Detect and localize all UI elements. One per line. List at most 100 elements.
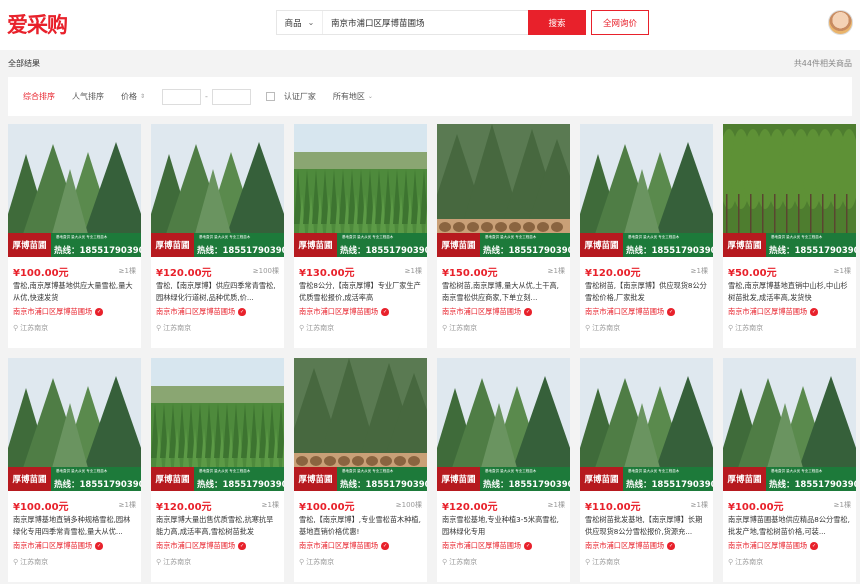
shop-link[interactable]: 南京市浦口区厚博苗圃场 ✓ — [8, 304, 141, 317]
shop-name: 南京市浦口区厚博苗圃场 — [156, 307, 236, 316]
product-location: ⚲ 江苏南京 — [151, 551, 284, 567]
product-card[interactable]: 厚博苗圃 基地直供 量大从优 专业工程苗木 热线：18551790390 ¥12… — [151, 358, 284, 582]
sort-default[interactable]: 综合排序 — [23, 91, 55, 102]
product-card[interactable]: 厚博苗圃 基地直供 量大从优 专业工程苗木 热线：18551790390 ¥10… — [723, 358, 856, 582]
product-image[interactable]: 厚博苗圃 基地直供 量大从优 专业工程苗木 热线：18551790390 — [151, 124, 284, 257]
location-pin-icon: ⚲ — [156, 558, 162, 566]
product-title[interactable]: 南京雪松基地,专业种植3-5米高雪松,园林绿化专用 — [437, 511, 570, 538]
search-button[interactable]: 搜索 — [528, 10, 586, 35]
shop-link[interactable]: 南京市浦口区厚博苗圃场 ✓ — [723, 538, 856, 551]
product-image[interactable]: 厚博苗圃 基地直供 量大从优 专业工程苗木 热线：18551790390 — [723, 124, 856, 257]
product-location: ⚲ 江苏南京 — [723, 317, 856, 333]
product-banner: 厚博苗圃 基地直供 量大从优 专业工程苗木 热线：18551790390 — [580, 233, 713, 257]
product-card[interactable]: 厚博苗圃 基地直供 量大从优 专业工程苗木 热线：18551790390 ¥12… — [437, 358, 570, 582]
product-title[interactable]: 雪松树苗,【南京厚博】供应现货8公分雪松价格,厂家批发 — [580, 277, 713, 304]
product-image[interactable]: 厚博苗圃 基地直供 量大从优 专业工程苗木 热线：18551790390 — [437, 124, 570, 257]
product-title[interactable]: 雪松8公分,【南京厚博】专业厂家生产优质雪松报价,成活率高 — [294, 277, 427, 304]
product-moq: ≥1棵 — [547, 501, 565, 509]
product-image[interactable]: 厚博苗圃 基地直供 量大从优 专业工程苗木 热线：18551790390 — [580, 358, 713, 491]
product-title[interactable]: 雪松,南京厚博基地供应大量雪松,量大从优,快速发货 — [8, 277, 141, 304]
banner-hotline: 热线：18551790390 — [54, 246, 141, 256]
shop-link[interactable]: 南京市浦口区厚博苗圃场 ✓ — [437, 304, 570, 317]
product-card[interactable]: 厚博苗圃 基地直供 量大从优 专业工程苗木 热线：18551790390 ¥10… — [294, 358, 427, 582]
shop-link[interactable]: 南京市浦口区厚博苗圃场 ✓ — [294, 538, 427, 551]
site-logo[interactable]: 爱采购 — [7, 9, 68, 39]
product-card[interactable]: 厚博苗圃 基地直供 量大从优 专业工程苗木 热线：18551790390 ¥10… — [8, 124, 141, 348]
shop-link[interactable]: 南京市浦口区厚博苗圃场 ✓ — [151, 538, 284, 551]
product-title[interactable]: 雪松树苗,南京厚博,量大从优,土干高,南京雪松供应商家,下单立刻... — [437, 277, 570, 304]
certified-checkbox[interactable] — [265, 92, 275, 101]
product-location: ⚲ 江苏南京 — [8, 317, 141, 333]
price-row: ¥120.00元 ≥1棵 — [437, 491, 570, 513]
product-card[interactable]: 厚博苗圃 基地直供 量大从优 专业工程苗木 热线：18551790390 ¥11… — [580, 358, 713, 582]
banner-hotline: 热线：18551790390 — [340, 480, 427, 490]
product-image[interactable]: 厚博苗圃 基地直供 量大从优 专业工程苗木 热线：18551790390 — [723, 358, 856, 491]
product-card[interactable]: 厚博苗圃 基地直供 量大从优 专业工程苗木 热线：18551790390 ¥50… — [723, 124, 856, 348]
banner-label: 厚博苗圃 — [580, 467, 623, 491]
avatar[interactable] — [828, 10, 853, 35]
sort-price[interactable]: 价格 ⇕ — [121, 91, 145, 102]
product-title[interactable]: 南京厚博苗圃基地供应精品8公分雪松,批发产地,雪松树苗价格,可装... — [723, 511, 856, 538]
price-row: ¥130.00元 ≥1棵 — [294, 257, 427, 279]
product-image[interactable]: 厚博苗圃 基地直供 量大从优 专业工程苗木 热线：18551790390 — [151, 358, 284, 491]
sort-popular[interactable]: 人气排序 — [72, 91, 104, 102]
search-input[interactable] — [323, 17, 523, 28]
product-card[interactable]: 厚博苗圃 基地直供 量大从优 专业工程苗木 热线：18551790390 ¥15… — [437, 124, 570, 348]
product-price: ¥110.00元 — [585, 501, 641, 513]
location-label: 江苏南京 — [592, 558, 621, 566]
sort-price-label: 价格 — [121, 92, 137, 101]
verified-shield-icon: ✓ — [238, 308, 247, 316]
product-image[interactable]: 厚博苗圃 基地直供 量大从优 专业工程苗木 热线：18551790390 — [294, 124, 427, 257]
product-card[interactable]: 厚博苗圃 基地直供 量大从优 专业工程苗木 热线：18551790390 ¥12… — [151, 124, 284, 348]
verified-shield-icon: ✓ — [238, 542, 247, 550]
banner-tags: 基地直供 量大从优 专业工程苗木 — [771, 235, 823, 239]
certified-filter[interactable]: 认证厂家 — [265, 91, 316, 102]
product-banner: 厚博苗圃 基地直供 量大从优 专业工程苗木 热线：18551790390 — [8, 233, 141, 257]
shop-link[interactable]: 南京市浦口区厚博苗圃场 ✓ — [437, 538, 570, 551]
product-price: ¥120.00元 — [442, 501, 498, 513]
product-moq: ≥1棵 — [404, 267, 422, 275]
product-card[interactable]: 厚博苗圃 基地直供 量大从优 专业工程苗木 热线：18551790390 ¥13… — [294, 124, 427, 348]
product-image[interactable]: 厚博苗圃 基地直供 量大从优 专业工程苗木 热线：18551790390 — [8, 124, 141, 257]
product-image[interactable]: 厚博苗圃 基地直供 量大从优 专业工程苗木 热线：18551790390 — [437, 358, 570, 491]
shop-link[interactable]: 南京市浦口区厚博苗圃场 ✓ — [151, 304, 284, 317]
search-type-select[interactable]: 商品 ⌄ — [277, 11, 323, 34]
shop-link[interactable]: 南京市浦口区厚博苗圃场 ✓ — [8, 538, 141, 551]
product-title[interactable]: 雪松,【南京厚博】供应四季常青雪松,园林绿化行道树,品种优质,价... — [151, 277, 284, 304]
shop-link[interactable]: 南京市浦口区厚博苗圃场 ✓ — [294, 304, 427, 317]
product-moq: ≥1棵 — [261, 501, 279, 509]
shop-name: 南京市浦口区厚博苗圃场 — [442, 541, 522, 550]
price-max-input[interactable] — [211, 88, 251, 105]
product-title[interactable]: 雪松,【南京厚博】,专业雪松苗木种植,基地直销价格优惠! — [294, 511, 427, 538]
price-separator: - — [205, 92, 208, 101]
banner-label: 厚博苗圃 — [437, 467, 480, 491]
product-image[interactable]: 厚博苗圃 基地直供 量大从优 专业工程苗木 热线：18551790390 — [8, 358, 141, 491]
product-card[interactable]: 厚博苗圃 基地直供 量大从优 专业工程苗木 热线：18551790390 ¥12… — [580, 124, 713, 348]
product-banner: 厚博苗圃 基地直供 量大从优 专业工程苗木 热线：18551790390 — [151, 233, 284, 257]
shop-link[interactable]: 南京市浦口区厚博苗圃场 ✓ — [580, 538, 713, 551]
price-min-input[interactable] — [162, 88, 202, 105]
shop-link[interactable]: 南京市浦口区厚博苗圃场 ✓ — [580, 304, 713, 317]
product-banner: 厚博苗圃 基地直供 量大从优 专业工程苗木 热线：18551790390 — [151, 467, 284, 491]
region-select[interactable]: 所有地区 ⌄ — [333, 91, 373, 102]
product-price: ¥120.00元 — [585, 267, 641, 279]
product-title[interactable]: 雪松树苗批发基地,【南京厚博】长期供应现货8公分雪松报价,货源充... — [580, 511, 713, 538]
banner-hotline: 热线：18551790390 — [340, 246, 427, 256]
product-card[interactable]: 厚博苗圃 基地直供 量大从优 专业工程苗木 热线：18551790390 ¥10… — [8, 358, 141, 582]
product-location: ⚲ 江苏南京 — [294, 551, 427, 567]
banner-hotline: 热线：18551790390 — [197, 480, 284, 490]
banner-tags: 基地直供 量大从优 专业工程苗木 — [485, 469, 537, 473]
product-title[interactable]: 雪松,南京厚博基地直销中山杉,中山杉树苗批发,成活率高,发货快 — [723, 277, 856, 304]
location-label: 江苏南京 — [449, 324, 478, 332]
inquiry-button[interactable]: 全网询价 — [591, 10, 649, 35]
location-pin-icon: ⚲ — [728, 558, 734, 566]
product-title[interactable]: 南京厚博大量出售优质雪松,抗寒抗旱能力高,成活率高,雪松树苗批发 — [151, 511, 284, 538]
product-image[interactable]: 厚博苗圃 基地直供 量大从优 专业工程苗木 热线：18551790390 — [580, 124, 713, 257]
search-box: 商品 ⌄ — [276, 10, 530, 35]
shop-link[interactable]: 南京市浦口区厚博苗圃场 ✓ — [723, 304, 856, 317]
verified-shield-icon: ✓ — [95, 542, 104, 550]
shop-name: 南京市浦口区厚博苗圃场 — [299, 307, 379, 316]
search-type-label: 商品 — [284, 18, 302, 29]
product-title[interactable]: 南京厚博基地直销多种规格雪松,园林绿化专用四季常青雪松,量大从优... — [8, 511, 141, 538]
product-image[interactable]: 厚博苗圃 基地直供 量大从优 专业工程苗木 热线：18551790390 — [294, 358, 427, 491]
